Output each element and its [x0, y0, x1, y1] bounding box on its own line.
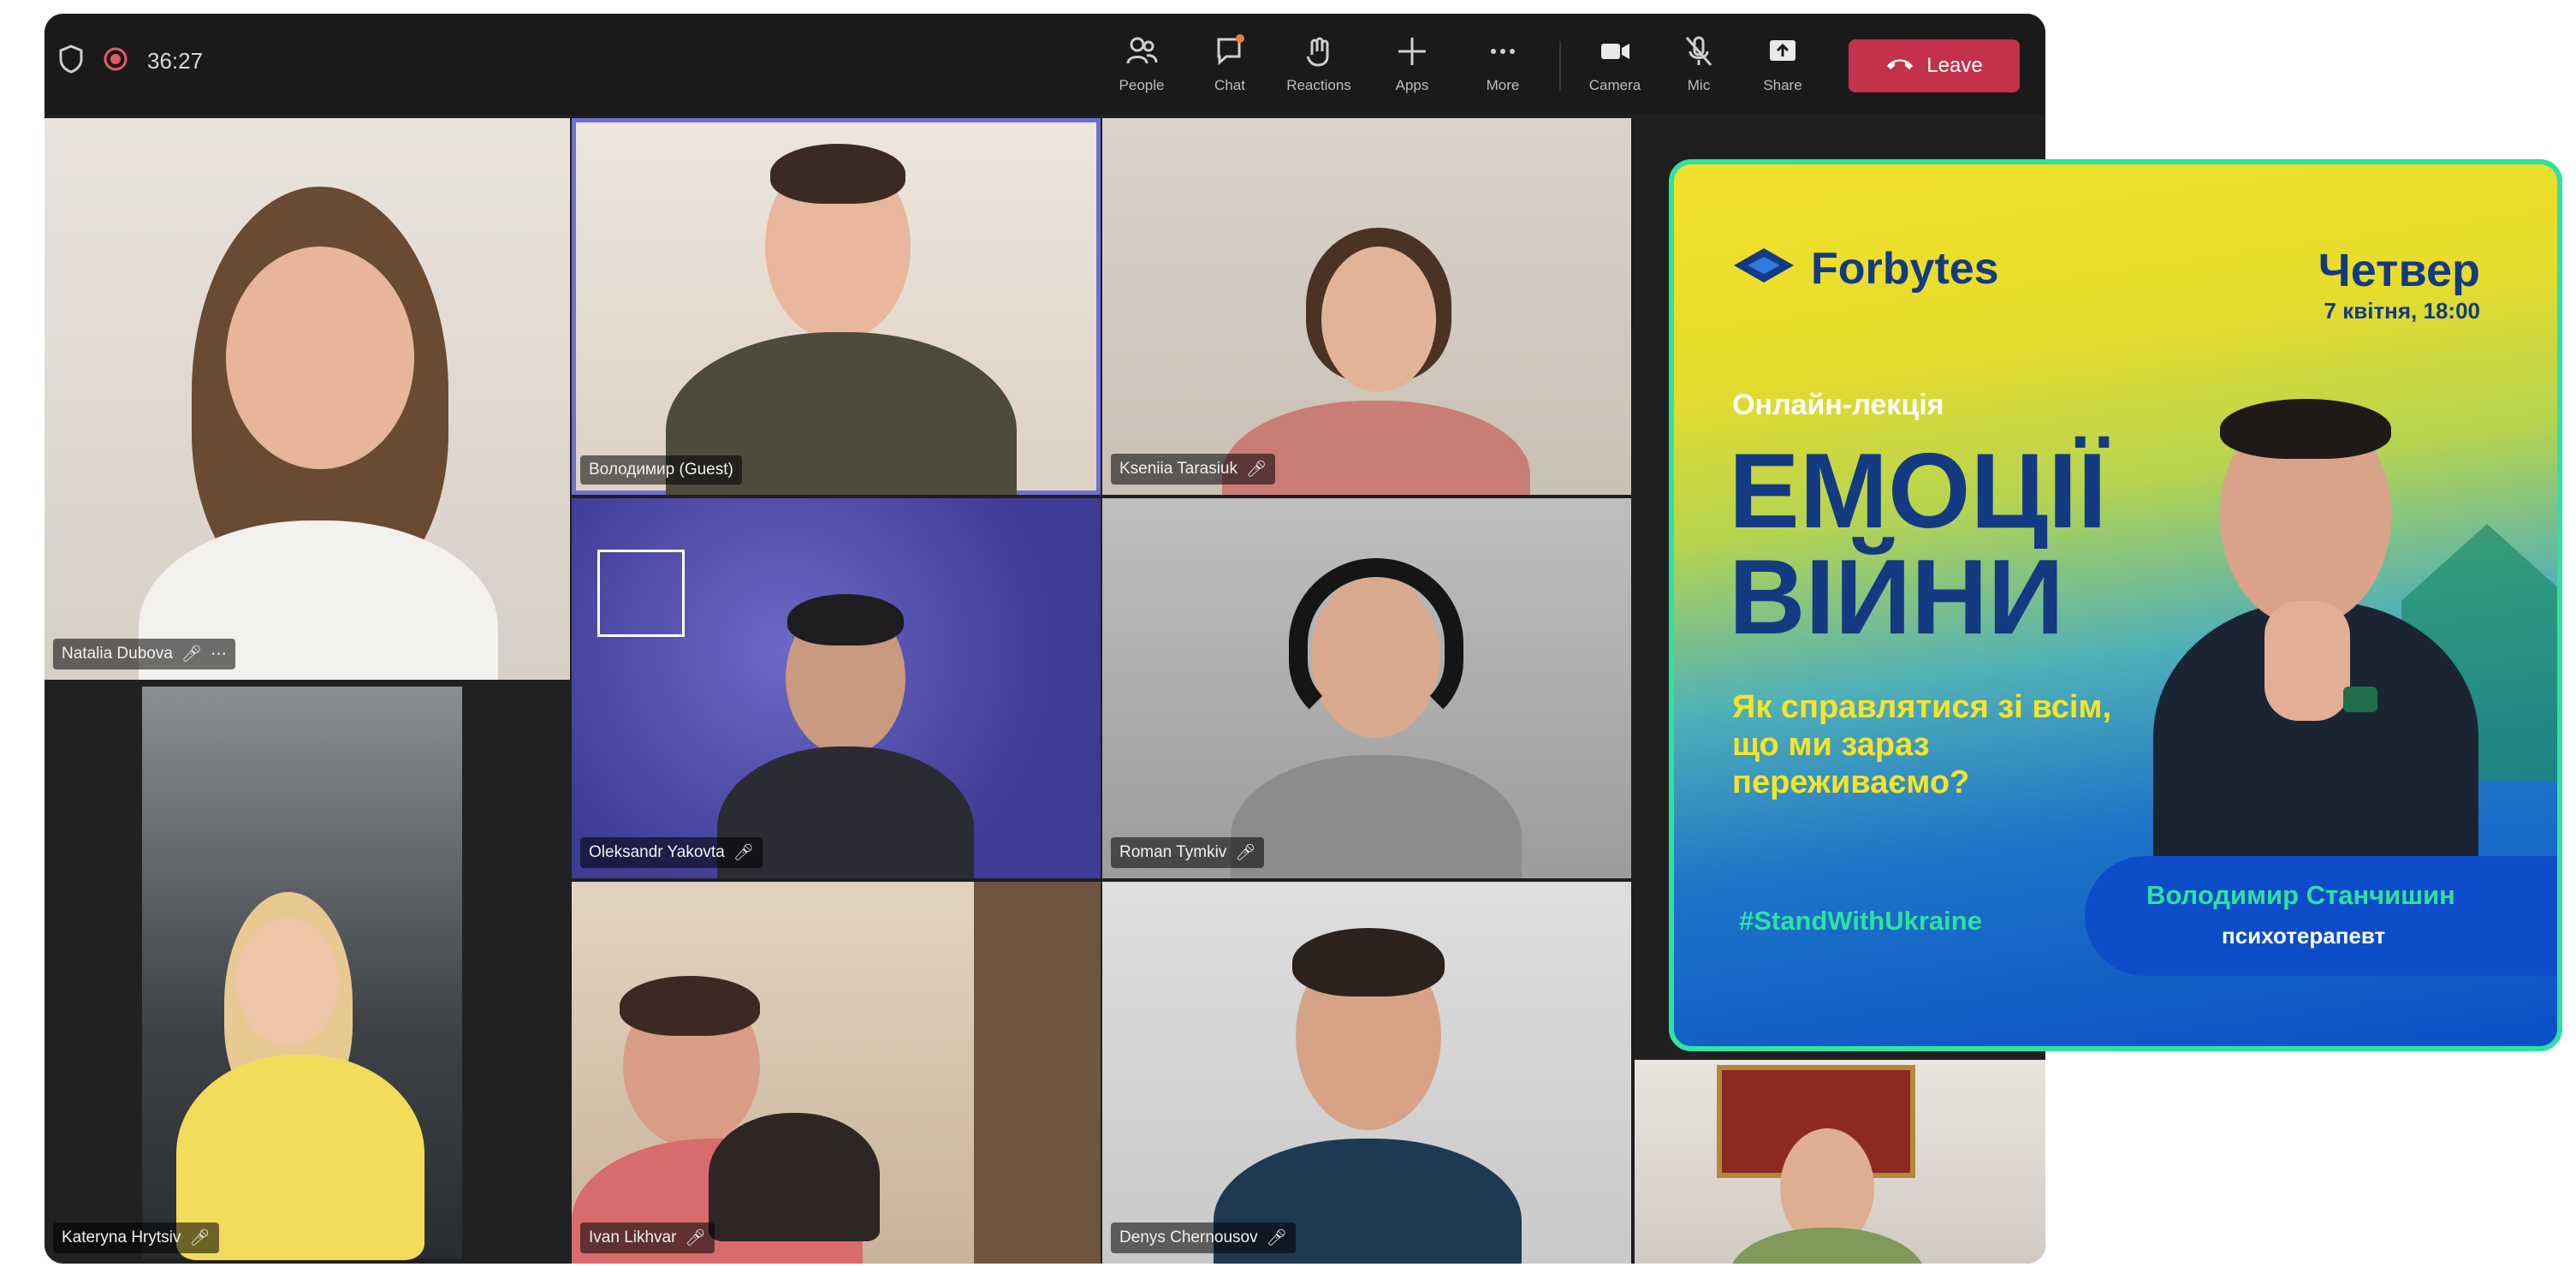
- event-subtitle: Як справлятися зі всім, що ми зараз пере…: [1732, 689, 2112, 800]
- mic-off-icon: [1660, 33, 1737, 70]
- title-line-1: ЕМОЦІЇ: [1729, 432, 2107, 550]
- video-tile[interactable]: Kateryna Hrytsiv 🎤︎: [45, 680, 570, 1264]
- mic-off-icon: 🎤︎: [733, 844, 754, 862]
- reactions-icon: [1280, 33, 1357, 70]
- apps-button[interactable]: Apps: [1374, 33, 1451, 94]
- participant-name: Natalia Dubova: [62, 645, 173, 663]
- chat-button[interactable]: Chat: [1191, 33, 1268, 94]
- recording-icon: [103, 46, 128, 76]
- speaker-role: психотерапевт: [2222, 923, 2386, 949]
- share-icon: [1744, 33, 1821, 70]
- camera-button[interactable]: Camera: [1576, 33, 1653, 94]
- event-day: Четвер: [2318, 245, 2480, 296]
- participant-name-tag: Kseniia Tarasiuk 🎤︎: [1111, 454, 1276, 485]
- chat-icon: [1191, 33, 1268, 70]
- more-icon: ⋯: [211, 645, 228, 663]
- speaker-info: Володимир Станчишин психотерапевт: [2085, 856, 2557, 976]
- participant-name: Oleksandr Yakovta: [589, 843, 725, 861]
- chat-label: Chat: [1214, 77, 1245, 93]
- participant-name-tag: Natalia Dubova 🎤︎ ⋯: [53, 639, 236, 669]
- forbytes-logo-icon: [1732, 247, 1795, 292]
- participant-name-tag: Ivan Likhvar 🎤︎: [580, 1222, 715, 1253]
- video-tile[interactable]: Roman Tymkiv 🎤︎: [1102, 498, 1631, 878]
- video-tile[interactable]: [1635, 1060, 2045, 1264]
- speaker-name: Володимир Станчишин: [2146, 880, 2455, 910]
- video-tile[interactable]: Ivan Likhvar 🎤︎: [572, 882, 1101, 1264]
- plus-icon: [1374, 33, 1451, 70]
- event-date: Четвер 7 квітня, 18:00: [2318, 247, 2480, 324]
- camera-icon: [1576, 33, 1653, 70]
- reactions-button[interactable]: Reactions: [1280, 33, 1357, 94]
- poster-frame: [597, 550, 685, 637]
- event-datetime: 7 квітня, 18:00: [2324, 298, 2480, 324]
- mic-off-icon: 🎤︎: [181, 645, 203, 663]
- leave-button[interactable]: Leave: [1849, 39, 2020, 92]
- toolbar-divider: [1559, 41, 1561, 91]
- video-tile-active-speaker[interactable]: Володимир (Guest): [572, 118, 1101, 495]
- camera-label: Camera: [1588, 77, 1641, 93]
- leave-label: Leave: [1926, 54, 1983, 77]
- event-title: ЕМОЦІЇ ВІЙНИ: [1729, 438, 2107, 651]
- phone-hangup-icon: [1885, 54, 1914, 78]
- participant-name: Denys Chernousov: [1119, 1228, 1258, 1246]
- participant-name: Володимир (Guest): [589, 461, 733, 479]
- more-label: More: [1486, 77, 1520, 93]
- participant-name-tag: Oleksandr Yakovta 🎤︎: [580, 837, 763, 868]
- mic-off-icon: 🎤︎: [189, 1229, 211, 1247]
- meeting-toolbar: 36:27 People Chat Reactions Apps More Ca…: [45, 14, 2045, 115]
- participant-name-tag: Denys Chernousov 🎤︎: [1111, 1222, 1296, 1253]
- video-tile[interactable]: Natalia Dubova 🎤︎ ⋯: [45, 118, 570, 680]
- mic-off-icon: 🎤︎: [1235, 844, 1256, 862]
- mic-label: Mic: [1687, 77, 1711, 93]
- participant-name: Roman Tymkiv: [1119, 843, 1227, 861]
- mic-off-icon: 🎤︎: [1246, 461, 1267, 479]
- shield-icon: [58, 45, 84, 78]
- mic-button[interactable]: Mic: [1660, 33, 1737, 94]
- title-line-2: ВІЙНИ: [1729, 538, 2064, 657]
- video-tile[interactable]: Oleksandr Yakovta 🎤︎: [572, 498, 1101, 878]
- meeting-timer: 36:27: [147, 48, 204, 74]
- mic-off-icon: 🎤︎: [1266, 1229, 1287, 1247]
- participant-name-tag: Володимир (Guest): [580, 455, 742, 485]
- more-icon: [1464, 33, 1541, 70]
- people-icon: [1103, 33, 1180, 70]
- participant-name: Ivan Likhvar: [589, 1228, 677, 1246]
- speaker-photo: [2119, 387, 2557, 883]
- mic-off-icon: 🎤︎: [685, 1229, 706, 1247]
- brand-name: Forbytes: [1811, 244, 1999, 294]
- reactions-label: Reactions: [1286, 77, 1351, 93]
- share-label: Share: [1763, 77, 1802, 93]
- share-button[interactable]: Share: [1744, 33, 1821, 94]
- brand-logo: Forbytes: [1732, 243, 1999, 294]
- video-tile[interactable]: Denys Chernousov 🎤︎: [1102, 882, 1631, 1264]
- hashtag: #StandWithUkraine: [1739, 906, 1982, 936]
- participant-name-tag: Kateryna Hrytsiv 🎤︎: [53, 1222, 219, 1253]
- more-button[interactable]: More: [1464, 33, 1541, 94]
- event-poster: Forbytes Четвер 7 квітня, 18:00 Онлайн-л…: [1669, 159, 2562, 1051]
- meeting-status: 36:27: [58, 45, 203, 78]
- participant-name-tag: Roman Tymkiv 🎤︎: [1111, 837, 1265, 868]
- people-label: People: [1119, 77, 1165, 93]
- people-button[interactable]: People: [1103, 33, 1180, 94]
- video-tile[interactable]: Kseniia Tarasiuk 🎤︎: [1102, 118, 1631, 495]
- participant-name: Kseniia Tarasiuk: [1119, 460, 1238, 478]
- bookshelf: [974, 882, 1101, 1264]
- participant-name: Kateryna Hrytsiv: [62, 1228, 181, 1246]
- lecture-type: Онлайн-лекція: [1732, 389, 1944, 421]
- apps-label: Apps: [1395, 77, 1429, 93]
